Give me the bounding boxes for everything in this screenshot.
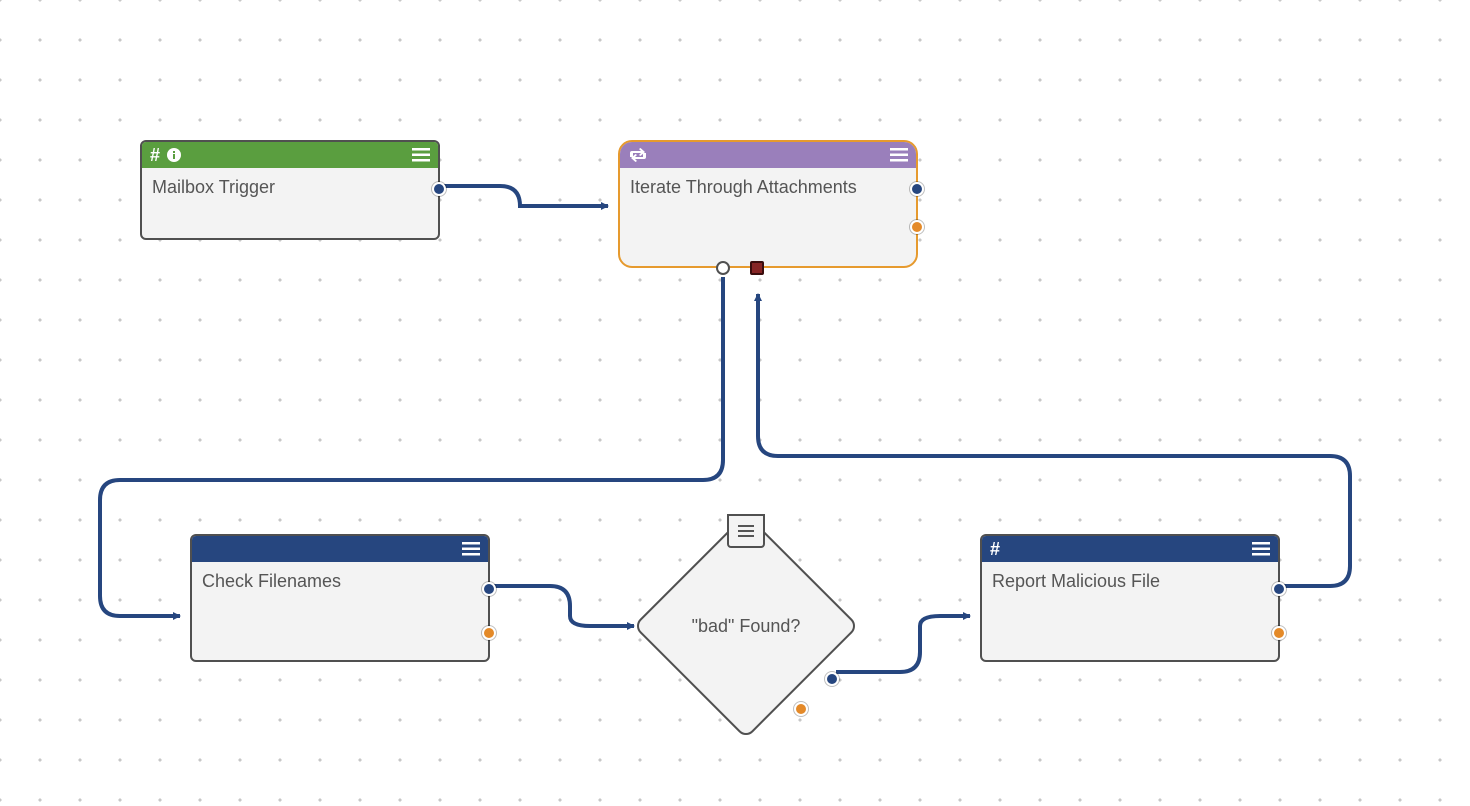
- edge-mailbox-to-iterate: [440, 186, 608, 206]
- edge-decision-to-report: [836, 616, 970, 672]
- info-icon[interactable]: [166, 147, 182, 163]
- output-port-failure[interactable]: [910, 220, 924, 234]
- workflow-canvas[interactable]: # Mailbox Trigger Iterate Through Att: [0, 0, 1470, 806]
- menu-icon[interactable]: [1252, 542, 1270, 556]
- hash-icon: #: [150, 146, 160, 164]
- node-header[interactable]: [620, 142, 916, 168]
- loop-icon: [628, 148, 648, 162]
- decision-label: "bad" Found?: [692, 616, 801, 637]
- loop-error-port[interactable]: [750, 261, 764, 275]
- node-report-malicious[interactable]: # Report Malicious File: [980, 534, 1280, 662]
- output-port-failure[interactable]: [1272, 626, 1286, 640]
- output-port-success[interactable]: [1272, 582, 1286, 596]
- node-header[interactable]: [192, 536, 488, 562]
- node-label: Iterate Through Attachments: [620, 168, 916, 256]
- menu-icon[interactable]: [462, 542, 480, 556]
- loop-out-port[interactable]: [716, 261, 730, 275]
- node-iterate-attachments[interactable]: Iterate Through Attachments: [618, 140, 918, 268]
- output-port-failure[interactable]: [482, 626, 496, 640]
- hash-icon: #: [990, 540, 1000, 558]
- node-mailbox-trigger[interactable]: # Mailbox Trigger: [140, 140, 440, 240]
- node-header[interactable]: #: [982, 536, 1278, 562]
- node-label: Mailbox Trigger: [142, 168, 438, 228]
- menu-icon[interactable]: [890, 148, 908, 162]
- node-label: Check Filenames: [192, 562, 488, 622]
- output-port-true[interactable]: [825, 672, 839, 686]
- node-check-filenames[interactable]: Check Filenames: [190, 534, 490, 662]
- edge-check-to-decision: [490, 586, 634, 626]
- decision-tab[interactable]: [727, 514, 765, 548]
- node-decision-bad-found[interactable]: "bad" Found?: [636, 516, 856, 736]
- output-port-success[interactable]: [482, 582, 496, 596]
- node-label: Report Malicious File: [982, 562, 1278, 622]
- node-header[interactable]: #: [142, 142, 438, 168]
- output-port-false[interactable]: [794, 702, 808, 716]
- menu-icon[interactable]: [412, 148, 430, 162]
- output-port-success[interactable]: [432, 182, 446, 196]
- output-port-success[interactable]: [910, 182, 924, 196]
